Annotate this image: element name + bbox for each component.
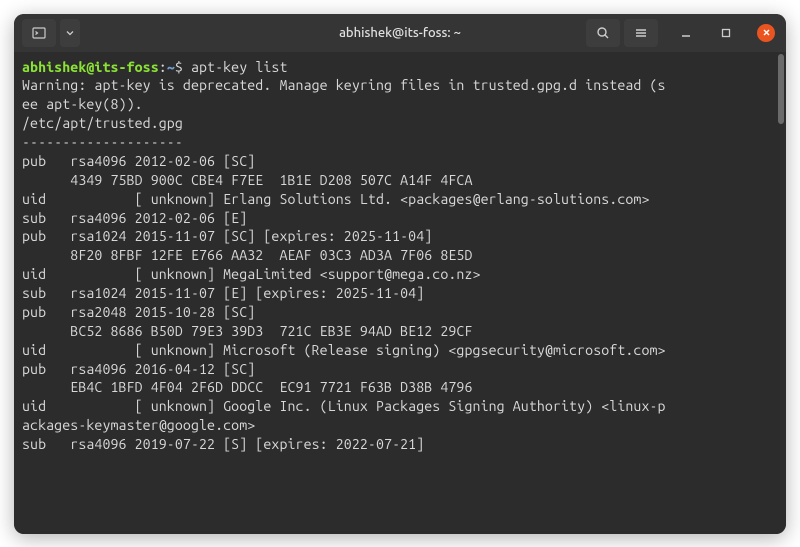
titlebar: abhishek@its-foss: ~ — [14, 14, 786, 52]
output-line: BC52 8686 B50D 79E3 39D3 721C EB3E 94AD … — [22, 322, 778, 341]
output-line: sub rsa4096 2012-02-06 [E] — [22, 209, 778, 228]
output-line: -------------------- — [22, 133, 778, 152]
new-tab-button[interactable] — [22, 19, 56, 47]
output-line: pub rsa1024 2015-11-07 [SC] [expires: 20… — [22, 227, 778, 246]
output-line: 8F20 8FBF 12FE E766 AA32 AEAF 03C3 AD3A … — [22, 246, 778, 265]
search-button[interactable] — [586, 19, 620, 47]
hamburger-icon — [634, 26, 648, 40]
chevron-down-icon — [66, 29, 74, 37]
menu-button[interactable] — [624, 19, 658, 47]
prompt-colon: : — [159, 59, 167, 75]
output-line: uid [ unknown] Microsoft (Release signin… — [22, 341, 778, 360]
output-line: pub rsa4096 2016-04-12 [SC] — [22, 360, 778, 379]
prompt-user-host: abhishek@its-foss — [22, 59, 159, 75]
terminal-window: abhishek@its-foss: ~ abhishek@its-foss:~… — [14, 14, 786, 534]
output-line: sub rsa4096 2019-07-22 [S] [expires: 202… — [22, 435, 778, 454]
command-text: apt-key list — [191, 59, 288, 75]
output-line: /etc/apt/trusted.gpg — [22, 114, 778, 133]
prompt-line: abhishek@its-foss:~$ apt-key list — [22, 58, 778, 77]
titlebar-right-controls — [586, 19, 778, 47]
maximize-icon — [720, 27, 732, 39]
output-line: 4349 75BD 900C CBE4 F7EE 1B1E D208 507C … — [22, 171, 778, 190]
terminal-icon — [32, 26, 46, 40]
output-line: EB4C 1BFD 4F04 2F6D DDCC EC91 7721 F63B … — [22, 378, 778, 397]
minimize-icon — [680, 27, 692, 39]
tab-dropdown[interactable] — [60, 19, 80, 47]
terminal-output[interactable]: abhishek@its-foss:~$ apt-key list Warnin… — [14, 52, 786, 534]
search-icon — [596, 26, 610, 40]
prompt-path: ~ — [167, 59, 175, 75]
close-icon — [762, 28, 771, 37]
scrollbar-thumb[interactable] — [778, 54, 784, 124]
close-button[interactable] — [754, 21, 778, 45]
maximize-button[interactable] — [714, 21, 738, 45]
output-line: pub rsa4096 2012-02-06 [SC] — [22, 152, 778, 171]
output-line: uid [ unknown] Erlang Solutions Ltd. <pa… — [22, 190, 778, 209]
output-line: Warning: apt-key is deprecated. Manage k… — [22, 76, 778, 95]
output-line: uid [ unknown] Google Inc. (Linux Packag… — [22, 397, 778, 416]
minimize-button[interactable] — [674, 21, 698, 45]
output-line: pub rsa2048 2015-10-28 [SC] — [22, 303, 778, 322]
output-line: sub rsa1024 2015-11-07 [E] [expires: 202… — [22, 284, 778, 303]
output-line: uid [ unknown] MegaLimited <support@mega… — [22, 265, 778, 284]
prompt-dollar: $ — [175, 59, 191, 75]
window-title: abhishek@its-foss: ~ — [339, 26, 461, 40]
output-line: ackages-keymaster@google.com> — [22, 416, 778, 435]
titlebar-left-controls — [22, 19, 80, 47]
output-line: ee apt-key(8)). — [22, 95, 778, 114]
